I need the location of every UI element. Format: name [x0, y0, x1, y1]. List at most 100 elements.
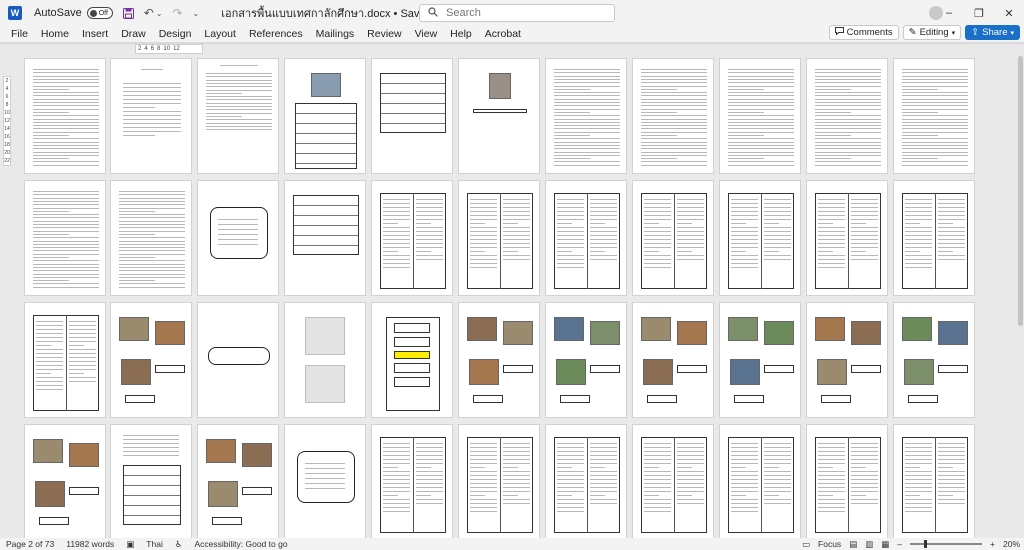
page-thumbnail[interactable]	[110, 180, 192, 296]
page-thumbnail[interactable]	[632, 180, 714, 296]
page-thumbnail[interactable]	[806, 58, 888, 174]
page-thumbnail[interactable]	[371, 180, 453, 296]
document-canvas[interactable]	[14, 54, 1016, 538]
text-line	[728, 131, 794, 133]
page-thumbnail[interactable]	[632, 302, 714, 418]
search-box[interactable]	[419, 4, 615, 22]
autosave-toggle[interactable]: Off	[86, 7, 113, 19]
language-indicator[interactable]: Thai	[146, 539, 163, 549]
zoom-level[interactable]: 20%	[1003, 539, 1020, 549]
page-thumbnail[interactable]	[371, 302, 453, 418]
close-icon[interactable]: ✕	[994, 0, 1024, 26]
read-mode-icon[interactable]: ▤	[849, 539, 857, 550]
minimize-icon[interactable]: –	[934, 0, 964, 26]
page-thumbnail[interactable]	[197, 302, 279, 418]
caption-box	[473, 109, 527, 113]
page-thumbnail[interactable]	[893, 424, 975, 538]
menu-acrobat[interactable]: Acrobat	[485, 28, 521, 40]
print-layout-icon[interactable]: ▥	[865, 539, 873, 550]
page-thumbnail[interactable]	[806, 180, 888, 296]
page-thumbnail[interactable]	[110, 302, 192, 418]
page-thumbnail[interactable]	[110, 424, 192, 538]
page-thumbnail[interactable]	[197, 58, 279, 174]
comments-button[interactable]: Comments	[828, 25, 899, 40]
text-line	[644, 231, 671, 232]
text-line	[69, 361, 96, 362]
page-thumbnail[interactable]	[806, 424, 888, 538]
horizontal-ruler[interactable]: 2 4 6 8 10 12	[135, 44, 203, 54]
search-input[interactable]	[446, 7, 596, 19]
page-thumbnail[interactable]	[545, 424, 627, 538]
page-thumbnail[interactable]	[893, 302, 975, 418]
text-line	[938, 227, 965, 228]
undo-icon[interactable]: ↶	[144, 6, 154, 20]
zoom-slider[interactable]	[910, 540, 983, 548]
page-thumbnail[interactable]	[893, 58, 975, 174]
menu-references[interactable]: References	[249, 28, 303, 40]
page-thumbnail[interactable]	[458, 58, 540, 174]
undo-dropdown-icon[interactable]: ⌄	[156, 9, 163, 18]
vertical-scrollbar[interactable]	[1018, 56, 1023, 326]
vertical-ruler[interactable]: 2 4 6 8 10 12 14 16 18 20 22	[3, 76, 11, 166]
text-line	[557, 231, 584, 232]
menu-review[interactable]: Review	[367, 28, 401, 40]
word-count[interactable]: 11982 words	[66, 539, 114, 549]
page-thumbnail[interactable]	[24, 58, 106, 174]
focus-icon[interactable]: ▭	[802, 539, 810, 550]
page-thumbnail[interactable]	[458, 302, 540, 418]
text-line	[119, 283, 185, 285]
menu-help[interactable]: Help	[450, 28, 472, 40]
page-thumbnail[interactable]	[24, 424, 106, 538]
page-thumbnail[interactable]	[893, 180, 975, 296]
text-line	[119, 200, 185, 202]
text-line	[206, 102, 272, 104]
menu-view[interactable]: View	[415, 28, 438, 40]
page-thumbnail[interactable]	[719, 302, 801, 418]
focus-button[interactable]: Focus	[818, 539, 841, 549]
page-thumbnail[interactable]	[24, 302, 106, 418]
customize-quick-access-icon[interactable]: ⌄	[193, 9, 200, 18]
page-thumbnail[interactable]	[197, 180, 279, 296]
page-thumbnail[interactable]	[284, 58, 366, 174]
share-button[interactable]: ⇪ Share ▾	[965, 25, 1020, 40]
menu-insert[interactable]: Insert	[82, 28, 108, 40]
accessibility-status[interactable]: Accessibility: Good to go	[194, 539, 287, 549]
page-thumbnail[interactable]	[545, 302, 627, 418]
menu-home[interactable]: Home	[41, 28, 69, 40]
page-count[interactable]: Page 2 of 73	[6, 539, 54, 549]
text-line	[731, 267, 758, 268]
page-thumbnail[interactable]	[632, 424, 714, 538]
page-thumbnail[interactable]	[458, 424, 540, 538]
page-thumbnail[interactable]	[545, 180, 627, 296]
page-thumbnail[interactable]	[110, 58, 192, 174]
menu-file[interactable]: File	[11, 28, 28, 40]
menu-layout[interactable]: Layout	[204, 28, 236, 40]
menu-mailings[interactable]: Mailings	[316, 28, 355, 40]
menu-draw[interactable]: Draw	[121, 28, 146, 40]
page-thumbnail[interactable]	[371, 58, 453, 174]
page-thumbnail[interactable]	[719, 58, 801, 174]
page-thumbnail[interactable]	[284, 302, 366, 418]
page-thumbnail[interactable]	[284, 180, 366, 296]
zoom-in-icon[interactable]: +	[990, 539, 995, 549]
zoom-thumb[interactable]	[924, 540, 928, 548]
page-thumbnail[interactable]	[24, 180, 106, 296]
page-thumbnail[interactable]	[719, 424, 801, 538]
restore-icon[interactable]: ❐	[964, 0, 994, 26]
page-thumbnail[interactable]	[284, 424, 366, 538]
page-thumbnail[interactable]	[545, 58, 627, 174]
page-thumbnail[interactable]	[458, 180, 540, 296]
proofing-icon[interactable]: ▣	[126, 539, 134, 550]
editing-button[interactable]: ✎ Editing ▾	[902, 25, 962, 40]
page-thumbnail[interactable]	[371, 424, 453, 538]
web-layout-icon[interactable]: ▦	[881, 539, 889, 550]
redo-icon[interactable]: ↷	[172, 6, 182, 20]
page-thumbnail[interactable]	[197, 424, 279, 538]
save-icon[interactable]	[122, 7, 134, 19]
text-line	[851, 199, 878, 200]
page-thumbnail[interactable]	[632, 58, 714, 174]
zoom-out-icon[interactable]: –	[897, 539, 902, 549]
page-thumbnail[interactable]	[719, 180, 801, 296]
page-thumbnail[interactable]	[806, 302, 888, 418]
menu-design[interactable]: Design	[159, 28, 192, 40]
